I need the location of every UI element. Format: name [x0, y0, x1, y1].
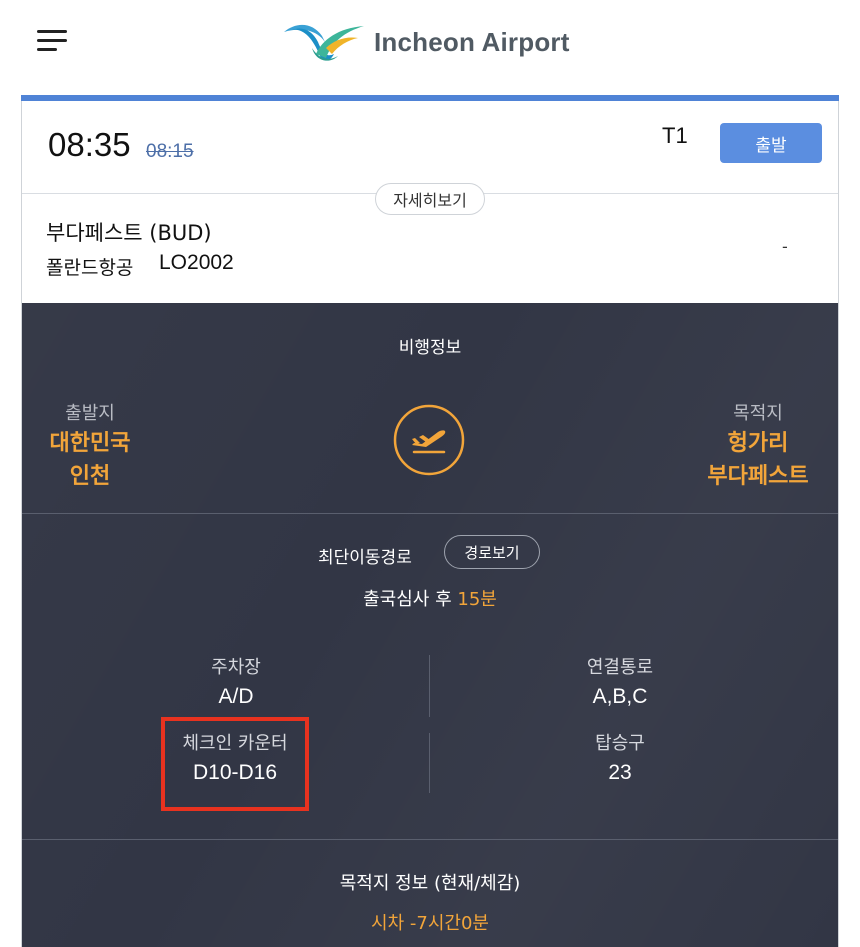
incheon-airport-logo[interactable]: Incheon Airport	[282, 18, 570, 66]
destination-name: 부다페스트 (BUD)	[46, 221, 212, 245]
column-divider	[429, 655, 430, 717]
destination-country: 헝가리	[727, 431, 789, 456]
column-divider	[429, 733, 430, 793]
time-difference: 시차 -7시간0분	[22, 909, 838, 935]
passage-label: 연결통로	[586, 657, 654, 678]
route-info: 출국심사 후 15분	[22, 585, 838, 611]
destination-info-title: 목적지 정보 (현재/체감)	[339, 873, 521, 894]
flight-number: LO2002	[159, 251, 234, 274]
time-diff-label: 시차	[371, 913, 405, 934]
flight-info-panel: 비행정보 출발지 대한민국 인천 목적지 헝가리 부다페스트 최단이동경로 경로…	[22, 303, 838, 947]
section-divider	[22, 839, 838, 840]
parking-value: A/D	[218, 685, 254, 708]
terminal: T1	[662, 123, 688, 148]
departure-plane-icon	[393, 404, 465, 476]
flight-info-title: 비행정보	[398, 338, 462, 358]
airline-name: 폴란드항공	[46, 257, 134, 279]
gate-cell: 탑승구 23	[520, 729, 720, 785]
section-divider	[22, 513, 838, 514]
top-bar: Incheon Airport	[0, 0, 860, 95]
incheon-airport-logo-icon	[284, 24, 364, 61]
time-row: 08:35 08:15 T1 출발	[22, 101, 838, 191]
destination-city: 부다페스트	[707, 464, 809, 489]
shortest-route-title: 최단이동경로	[318, 548, 412, 568]
parking-cell: 주차장 A/D	[136, 653, 336, 709]
checkin-highlight-box	[161, 717, 309, 811]
logo-text: Incheon Airport	[374, 26, 570, 57]
departure-time: 08:35	[48, 126, 131, 163]
gate-value: 23	[608, 761, 632, 784]
flight-card: 08:35 08:15 T1 출발 자세히보기 부다페스트 (BUD) 폴란드항…	[21, 95, 839, 947]
parking-label: 주차장	[211, 657, 261, 678]
extra-value: -	[782, 237, 788, 256]
destination-label: 목적지	[733, 403, 783, 424]
origin-city: 인천	[69, 464, 111, 489]
hamburger-menu-icon[interactable]	[37, 28, 67, 52]
view-route-button[interactable]: 경로보기	[444, 535, 540, 569]
time-diff-value: -7시간0분	[409, 913, 489, 934]
departure-status-button[interactable]: 출발	[720, 123, 822, 163]
passage-cell: 연결통로 A,B,C	[520, 653, 720, 709]
origin-block: 출발지 대한민국 인천	[42, 399, 138, 493]
detail-view-button[interactable]: 자세히보기	[375, 183, 485, 215]
scheduled-time: 08:15	[146, 141, 194, 162]
gate-label: 탑승구	[595, 733, 645, 754]
passage-value: A,B,C	[592, 685, 648, 708]
route-info-time: 15분	[457, 589, 497, 610]
origin-country: 대한민국	[49, 431, 131, 456]
destination-block: 목적지 헝가리 부다페스트	[698, 399, 818, 493]
route-info-prefix: 출국심사 후	[363, 589, 452, 610]
origin-label: 출발지	[65, 403, 115, 424]
